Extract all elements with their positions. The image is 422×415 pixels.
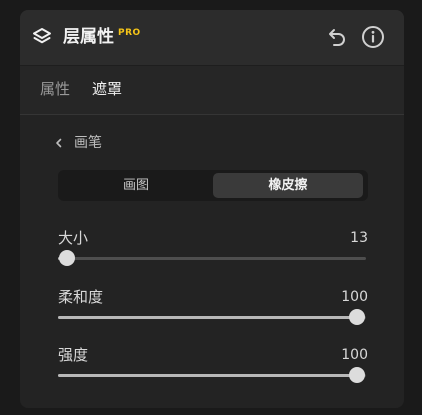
info-icon [362, 26, 384, 48]
layers-icon [33, 28, 51, 44]
strength-slider-row: 强度 100 [58, 345, 368, 395]
strength-slider-thumb[interactable] [348, 367, 365, 383]
softness-slider-thumb[interactable] [348, 309, 365, 325]
softness-slider-row: 柔和度 100 [58, 287, 368, 337]
panel-header: 层属性 PRO [20, 10, 404, 66]
softness-slider-fill [58, 316, 357, 319]
size-slider-track[interactable] [58, 250, 366, 266]
size-value: 13 [350, 230, 368, 246]
eraser-mode-button[interactable]: 橡皮擦 [213, 173, 363, 198]
info-button[interactable] [361, 25, 385, 49]
chevron-left-icon [56, 138, 62, 148]
tab-properties[interactable]: 属性 [40, 79, 70, 99]
strength-slider-track[interactable] [58, 367, 366, 383]
size-slider-thumb[interactable] [59, 250, 76, 266]
tab-mask[interactable]: 遮罩 [92, 79, 122, 99]
pro-badge: PRO [118, 28, 141, 38]
section-title: 画笔 [74, 135, 102, 151]
size-slider-row: 大小 13 [58, 228, 368, 278]
undo-button[interactable] [325, 25, 349, 49]
layer-properties-panel: 层属性 PRO 属性 遮罩 画笔 画图 橡皮擦 大小 13 柔和度 100 强度… [20, 10, 404, 408]
tab-bar: 属性 遮罩 [20, 66, 404, 115]
strength-label: 强度 [58, 346, 89, 364]
softness-value: 100 [341, 289, 368, 305]
brush-mode-toggle: 画图 橡皮擦 [58, 170, 368, 201]
softness-label: 柔和度 [58, 288, 104, 306]
strength-slider-fill [58, 374, 357, 377]
undo-icon [329, 29, 345, 46]
panel-title: 层属性 [63, 27, 114, 47]
size-label: 大小 [58, 229, 89, 247]
draw-mode-button[interactable]: 画图 [61, 173, 211, 198]
softness-slider-track[interactable] [58, 309, 366, 325]
strength-value: 100 [341, 347, 368, 363]
